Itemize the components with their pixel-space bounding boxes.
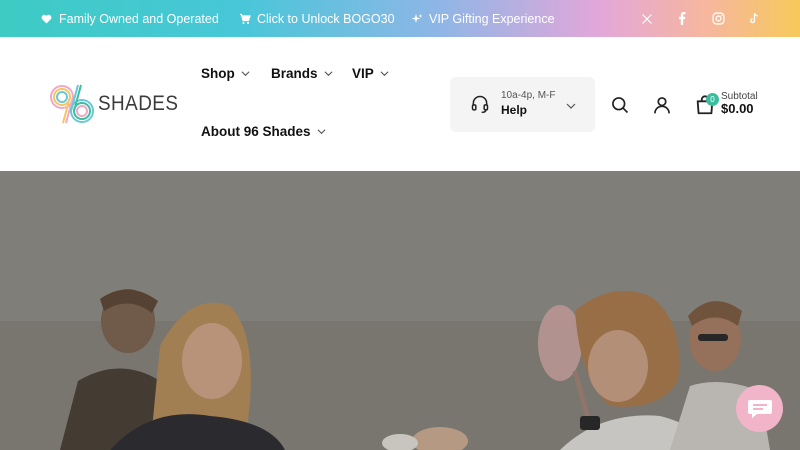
x-icon[interactable]: [637, 0, 657, 37]
search-icon: [612, 97, 629, 114]
help-dropdown[interactable]: 10a-4p, M-F Help: [450, 77, 595, 132]
chevron-down-icon: [380, 71, 389, 77]
announcement-bogo[interactable]: Click to Unlock BOGO30: [238, 0, 395, 37]
nav-brands[interactable]: Brands: [271, 66, 333, 81]
announcement-text: VIP Gifting Experience: [429, 11, 555, 26]
subtotal-value: $0.00: [721, 101, 754, 116]
help-label: Help: [501, 103, 528, 117]
announcement-vip[interactable]: VIP Gifting Experience: [410, 0, 555, 37]
nav-brands-label: Brands: [271, 66, 318, 81]
nav-about[interactable]: About 96 Shades: [201, 124, 326, 139]
nav-about-label: About 96 Shades: [201, 124, 311, 139]
chevron-down-icon: [566, 103, 576, 109]
account-button[interactable]: [650, 93, 674, 117]
logo[interactable]: SHADES: [48, 83, 187, 125]
logo-96-mark: [50, 84, 94, 124]
instagram-icon[interactable]: [708, 0, 728, 37]
announcement-text: Family Owned and Operated: [59, 11, 219, 26]
site-header: SHADES Shop Brands VIP About 96 Shades 1…: [0, 37, 800, 171]
nav-vip[interactable]: VIP: [352, 66, 389, 81]
announcement-bar: Family Owned and Operated Click to Unloc…: [0, 0, 800, 37]
chevron-down-icon: [317, 129, 326, 135]
facebook-icon[interactable]: [672, 0, 692, 37]
headset-icon: [471, 95, 489, 114]
chat-button[interactable]: [736, 385, 783, 432]
chat-bubble-icon: [747, 399, 772, 418]
announcement-text: Click to Unlock BOGO30: [257, 11, 395, 26]
cart-icon: [238, 12, 251, 25]
heart-icon: [40, 12, 53, 25]
sparkle-icon: [410, 12, 423, 25]
search-button[interactable]: [608, 93, 632, 117]
logo-text: SHADES: [98, 92, 179, 115]
hero-overlay: [0, 171, 800, 450]
tiktok-icon[interactable]: [744, 0, 764, 37]
nav-shop[interactable]: Shop: [201, 66, 250, 81]
nav-shop-label: Shop: [201, 66, 235, 81]
user-icon: [654, 97, 670, 114]
help-hours: 10a-4p, M-F: [501, 90, 556, 101]
cart-count-badge: 0: [706, 93, 719, 106]
chevron-down-icon: [324, 71, 332, 77]
announcement-family-owned[interactable]: Family Owned and Operated: [40, 0, 219, 37]
hero-banner: [0, 171, 800, 450]
nav-vip-label: VIP: [352, 66, 374, 81]
chevron-down-icon: [241, 71, 250, 77]
